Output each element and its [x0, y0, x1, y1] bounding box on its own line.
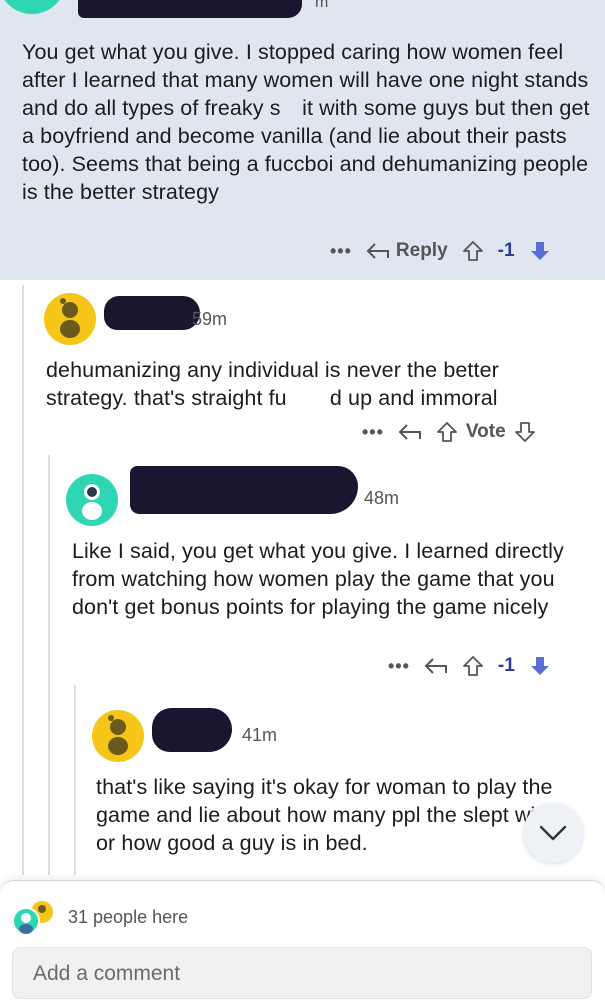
- comment4-body: that's like saying it's okay for woman t…: [96, 775, 554, 855]
- snoo-avatar-icon: [44, 293, 96, 345]
- comment3-score: -1: [497, 655, 515, 676]
- comment2-time: 59m: [192, 309, 228, 329]
- vote-label: Vote: [465, 421, 506, 442]
- comment1-body: You get what you give. I stopped caring …: [22, 40, 590, 204]
- people-here-row: 31 people here: [12, 899, 188, 935]
- reply-arrow-icon[interactable]: [398, 422, 422, 442]
- upvote-arrow-icon[interactable]: [462, 655, 484, 677]
- upvote-arrow-icon[interactable]: [462, 240, 484, 262]
- comment1-avatar[interactable]: [2, 0, 66, 16]
- thread-line-level2[interactable]: [48, 455, 50, 875]
- reply-button[interactable]: Reply: [366, 240, 448, 262]
- username-redaction: [152, 708, 232, 752]
- comment1-score: -1: [497, 240, 515, 261]
- comment3-body: Like I said, you get what you give. I le…: [72, 539, 564, 619]
- add-comment-input[interactable]: Add a comment: [12, 947, 592, 999]
- snoo-avatar-icon: [92, 710, 144, 762]
- downvote-arrow-icon[interactable]: [529, 240, 551, 262]
- username-redaction: [104, 296, 200, 330]
- thread-line-level3[interactable]: [74, 685, 76, 875]
- more-options-button[interactable]: •••: [388, 656, 410, 677]
- comment3-time: 48m: [364, 488, 400, 508]
- username-redaction: [78, 0, 302, 18]
- comment2-avatar[interactable]: [44, 293, 96, 345]
- chevron-down-icon: [539, 824, 567, 842]
- comment1-actions: ••• Reply -1: [330, 240, 551, 262]
- thread-line-level1[interactable]: [22, 285, 24, 875]
- comment4-time: 41m: [242, 725, 278, 745]
- comment3-actions: ••• -1: [388, 655, 551, 677]
- downvote-arrow-icon[interactable]: [529, 655, 551, 677]
- comment-footer: 31 people here Add a comment: [0, 880, 605, 1000]
- more-options-button[interactable]: •••: [330, 241, 352, 262]
- people-here-count: 31 people here: [68, 906, 189, 927]
- group-avatars-icon: [12, 899, 56, 935]
- comment1-time-fragment: m: [315, 0, 329, 11]
- reply-label: Reply: [395, 240, 448, 261]
- reply-arrow-icon: [366, 241, 390, 261]
- downvote-arrow-icon[interactable]: [514, 421, 536, 443]
- snoo-avatar-icon: [66, 474, 118, 526]
- comment4-avatar[interactable]: [92, 710, 144, 762]
- comment2-actions: ••• Vote: [362, 421, 536, 443]
- comment2-body: dehumanizing any individual is never the…: [46, 358, 499, 410]
- reply-arrow-icon[interactable]: [424, 656, 448, 676]
- upvote-arrow-icon[interactable]: [436, 421, 458, 443]
- vote-control: Vote: [436, 421, 536, 443]
- username-redaction: [130, 466, 358, 514]
- snoo-avatar-icon: [4, 0, 60, 14]
- collapse-thread-button[interactable]: [523, 803, 583, 863]
- comment3-avatar[interactable]: [66, 474, 118, 526]
- more-options-button[interactable]: •••: [362, 422, 384, 443]
